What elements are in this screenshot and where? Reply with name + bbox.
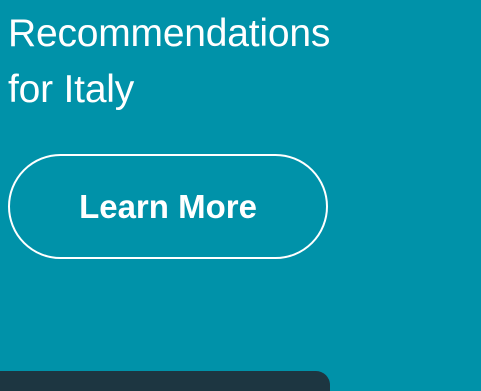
learn-more-button[interactable]: Learn More [8, 154, 328, 259]
hero-title-line-1: Recommendations [8, 12, 331, 55]
hero-title: Recommendations for Italy [8, 6, 448, 118]
bottom-dark-shape [0, 371, 330, 391]
hero-title-line-2: for Italy [8, 68, 135, 111]
hero-banner: Recommendations for Italy Learn More [0, 0, 481, 391]
